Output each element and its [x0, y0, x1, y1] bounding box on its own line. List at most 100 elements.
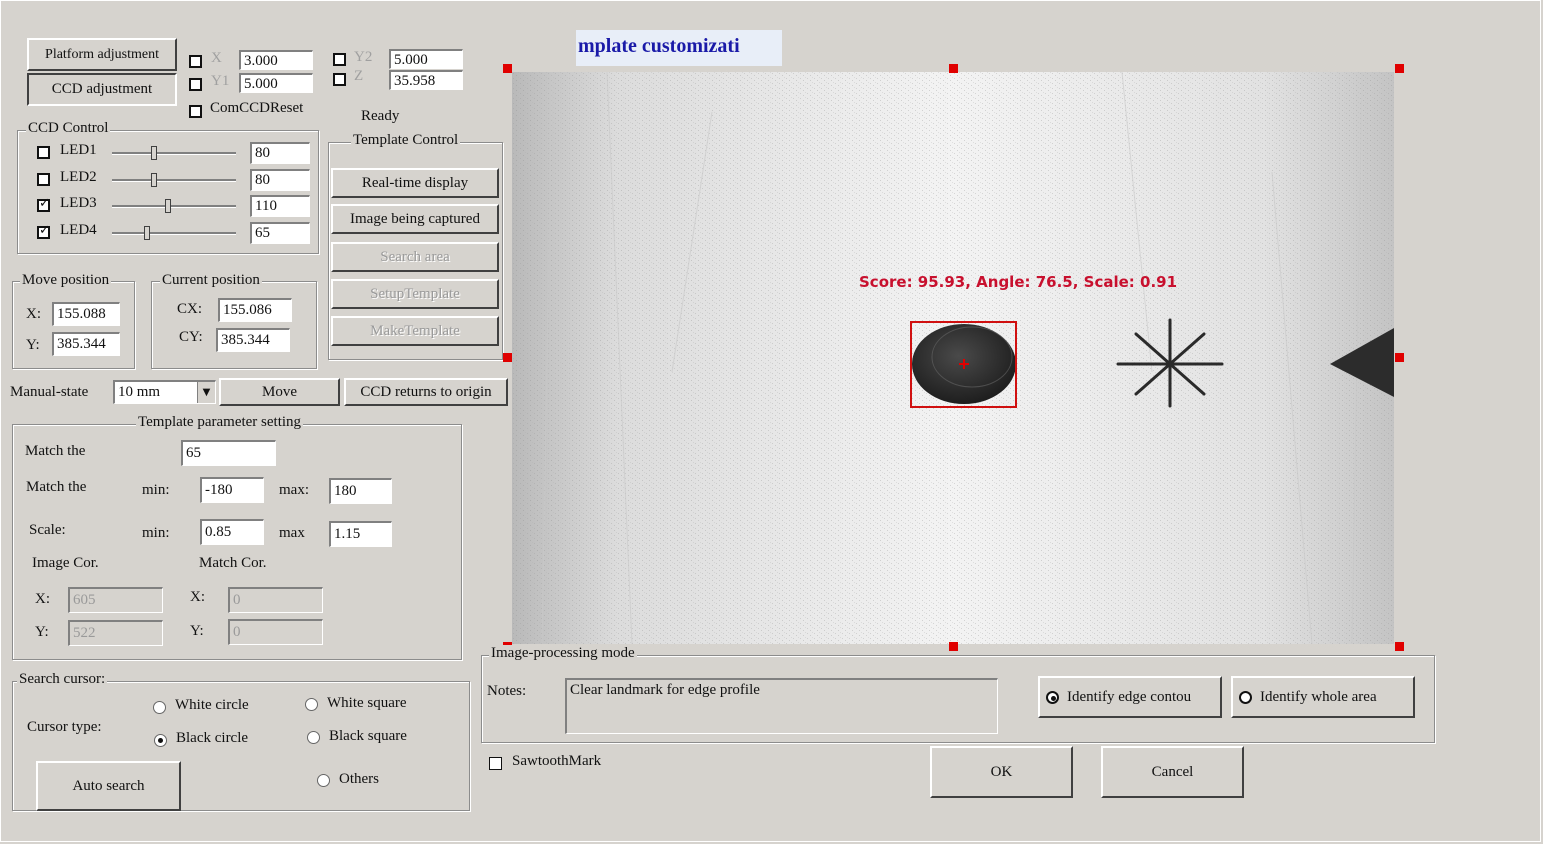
image-captured-button[interactable]: Image being captured — [331, 204, 499, 234]
move-button[interactable]: Move — [219, 378, 340, 406]
z-readout: 35.958 — [389, 70, 463, 90]
led1-slider-track[interactable] — [112, 152, 236, 155]
tab-platform-adjustment[interactable]: Platform adjustment — [27, 38, 177, 71]
match-result-text: Score: 95.93, Angle: 76.5, Scale: 0.91 — [859, 273, 1178, 291]
resize-handle-br[interactable] — [1395, 642, 1404, 651]
scale-max-input[interactable]: 1.15 — [329, 521, 392, 547]
scale-max-label: max — [279, 525, 305, 541]
com-ccd-reset-checkbox[interactable] — [189, 105, 202, 118]
z-label: Z — [354, 68, 364, 84]
ok-button[interactable]: OK — [930, 746, 1073, 798]
img-y-label: Y: — [35, 624, 49, 640]
black-square-radio[interactable] — [307, 731, 320, 744]
match-score-label: Match the — [25, 443, 86, 459]
img-x-readout: 605 — [68, 587, 163, 613]
ccd-control-title: CCD Control — [26, 120, 111, 137]
z-checkbox[interactable] — [333, 73, 346, 86]
template-params-title: Template parameter setting — [136, 414, 304, 431]
match-y-readout: 0 — [228, 619, 323, 645]
setup-template-button[interactable]: SetupTemplate — [331, 279, 499, 309]
led4-slider-track[interactable] — [112, 232, 236, 235]
led3-slider-thumb[interactable] — [165, 199, 171, 213]
led2-slider-track[interactable] — [112, 179, 236, 182]
identify-edge-radio — [1046, 690, 1059, 704]
y2-checkbox[interactable] — [333, 53, 346, 66]
resize-handle-mr[interactable] — [1395, 353, 1404, 362]
notes-textarea[interactable]: Clear landmark for edge profile — [565, 678, 998, 734]
img-y-readout: 522 — [68, 620, 163, 646]
angle-max-label: max: — [279, 482, 309, 498]
white-circle-radio[interactable] — [153, 701, 166, 714]
tab-ccd-adjustment[interactable]: CCD adjustment — [27, 73, 177, 106]
x-label: X — [211, 50, 222, 66]
black-square-label: Black square — [329, 728, 407, 744]
cancel-button[interactable]: Cancel — [1101, 746, 1244, 798]
scale-min-input[interactable]: 0.85 — [200, 519, 264, 545]
cy-label: CY: — [179, 329, 203, 345]
match-angle-label: Match the — [26, 479, 87, 495]
white-circle-label: White circle — [175, 697, 249, 713]
y1-label: Y1 — [211, 73, 230, 89]
identify-edge-option[interactable]: Identify edge contou — [1038, 676, 1222, 718]
sawtooth-label: SawtoothMark — [512, 753, 602, 769]
led2-checkbox[interactable] — [37, 173, 50, 186]
match-score-input[interactable]: 65 — [181, 440, 276, 466]
image-window-title-text: mplate customizati — [578, 35, 740, 57]
white-square-radio[interactable] — [305, 698, 318, 711]
led2-value-input[interactable]: 80 — [250, 169, 310, 191]
led4-value-input[interactable]: 65 — [250, 222, 310, 244]
black-circle-radio[interactable] — [154, 734, 167, 747]
y1-readout: 5.000 — [239, 73, 313, 93]
led4-checkbox[interactable] — [37, 223, 50, 239]
search-area-button[interactable]: Search area — [331, 242, 499, 272]
led2-label: LED2 — [60, 169, 97, 185]
manual-step-select[interactable]: 10 mm ▼ — [113, 380, 216, 404]
auto-search-button[interactable]: Auto search — [36, 761, 181, 811]
led1-slider-thumb[interactable] — [151, 146, 157, 160]
identify-whole-option[interactable]: Identify whole area — [1231, 676, 1415, 718]
camera-image[interactable]: Score: 95.93, Angle: 76.5, Scale: 0.91 — [512, 72, 1394, 644]
led2-slider-thumb[interactable] — [151, 173, 157, 187]
y2-label: Y2 — [354, 49, 373, 65]
ccd-return-origin-button[interactable]: CCD returns to origin — [344, 378, 508, 406]
led1-value-input[interactable]: 80 — [250, 142, 310, 164]
match-y-label: Y: — [190, 623, 204, 639]
angle-max-input[interactable]: 180 — [329, 478, 392, 504]
resize-handle-bc[interactable] — [949, 642, 958, 651]
y1-checkbox[interactable] — [189, 78, 202, 91]
led1-checkbox[interactable] — [37, 146, 50, 159]
manual-state-label: Manual-state — [10, 384, 89, 400]
img-x-label: X: — [35, 591, 50, 607]
cx-label: CX: — [177, 301, 203, 317]
scale-min-label: min: — [142, 525, 170, 541]
sawtooth-checkbox[interactable] — [489, 757, 502, 770]
resize-handle-ml[interactable] — [503, 353, 512, 362]
make-template-button[interactable]: MakeTemplate — [331, 316, 499, 346]
led4-slider-thumb[interactable] — [144, 226, 150, 240]
others-label: Others — [339, 771, 379, 787]
move-x-input[interactable]: 155.088 — [52, 302, 120, 326]
cx-readout: 155.086 — [218, 298, 292, 322]
led3-slider-track[interactable] — [112, 205, 236, 208]
led1-label: LED1 — [60, 142, 97, 158]
current-position-group — [151, 281, 317, 369]
others-radio[interactable] — [317, 774, 330, 787]
x-checkbox[interactable] — [189, 55, 202, 68]
com-ccd-reset-label: ComCCDReset — [210, 100, 304, 116]
angle-min-label: min: — [142, 482, 170, 498]
resize-handle-tl[interactable] — [503, 64, 512, 73]
led3-value-input[interactable]: 110 — [250, 195, 310, 217]
move-y-input[interactable]: 385.344 — [52, 332, 120, 356]
identify-edge-label: Identify edge contou — [1067, 688, 1192, 705]
current-position-title: Current position — [160, 272, 262, 289]
cy-readout: 385.344 — [216, 328, 290, 352]
led3-checkbox[interactable] — [37, 196, 50, 212]
resize-handle-tr[interactable] — [1395, 64, 1404, 73]
chevron-down-icon[interactable]: ▼ — [197, 382, 215, 403]
angle-min-input[interactable]: -180 — [200, 477, 264, 503]
resize-handle-tc[interactable] — [949, 64, 958, 73]
image-cor-label: Image Cor. — [32, 555, 99, 571]
identify-whole-label: Identify whole area — [1260, 688, 1377, 705]
realtime-display-button[interactable]: Real-time display — [331, 168, 499, 198]
manual-step-value: 10 mm — [118, 384, 161, 400]
